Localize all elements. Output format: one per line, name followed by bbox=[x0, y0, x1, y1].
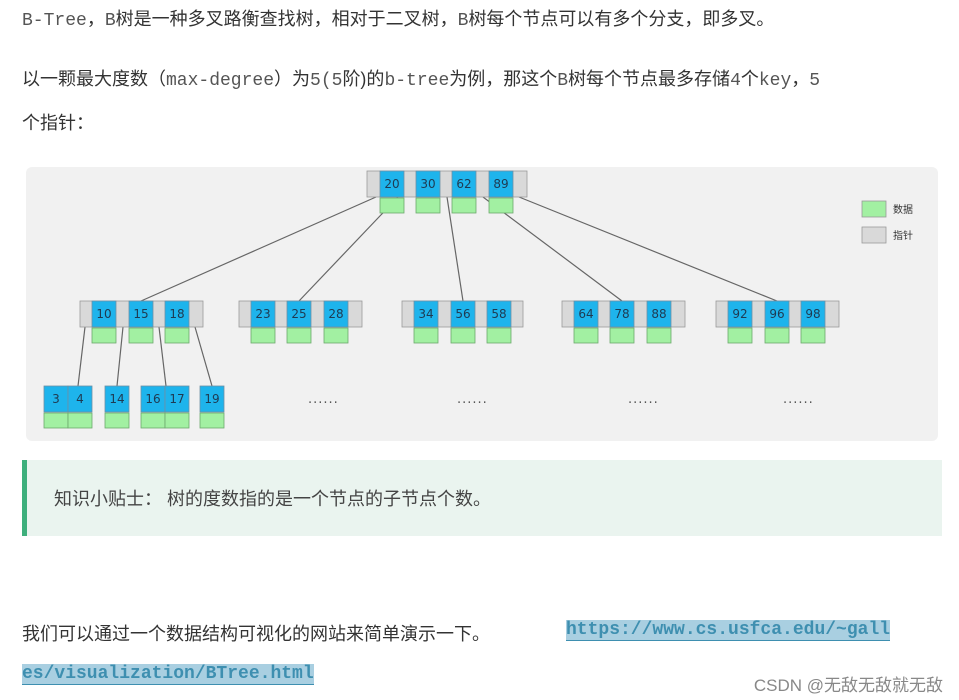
text-segment: 个 bbox=[740, 69, 759, 89]
key-label: 78 bbox=[614, 307, 629, 321]
key-label: 23 bbox=[255, 307, 270, 321]
tip-box: 知识小贴士： 树的度数指的是一个节点的子节点个数。 bbox=[22, 460, 942, 536]
data-cell bbox=[646, 327, 672, 344]
key-label: 98 bbox=[805, 307, 820, 321]
intro-paragraph-2-continued: 个指针： bbox=[22, 113, 94, 133]
b-tree-term: B-Tree bbox=[22, 11, 87, 31]
data-cell bbox=[104, 412, 130, 429]
tip-text: 知识小贴士： 树的度数指的是一个节点的子节点个数。 bbox=[54, 489, 491, 509]
data-cell bbox=[573, 327, 599, 344]
data-cell bbox=[450, 327, 476, 344]
max-degree-term: max-degree bbox=[166, 71, 275, 91]
data-cell bbox=[764, 327, 790, 344]
key-label: 56 bbox=[455, 307, 470, 321]
key-label: 30 bbox=[420, 177, 435, 191]
text-segment: 阶)的 bbox=[342, 69, 385, 89]
data-cell bbox=[164, 412, 190, 429]
intro-paragraph-2: 以一颗最大度数（max-degree）为5(5阶)的b-tree为例，那这个B树… bbox=[22, 68, 820, 92]
degree-number: 5(5 bbox=[310, 71, 343, 91]
data-cell bbox=[413, 327, 439, 344]
b-tree-svg: 20 30 62 8910 15 18 23 25 28 34 56 58 64 78 88 92 96 983 4… bbox=[43, 170, 913, 429]
data-cell bbox=[451, 197, 477, 214]
key-label: 17 bbox=[169, 392, 184, 406]
tree-edge bbox=[140, 196, 377, 302]
data-cell bbox=[323, 327, 349, 344]
ellipsis-label: ...... bbox=[628, 392, 659, 407]
data-cell bbox=[140, 412, 166, 429]
key-label: 3 bbox=[52, 392, 60, 406]
pointer-count: 5 bbox=[809, 71, 821, 91]
data-cell bbox=[43, 412, 69, 429]
key-label: 58 bbox=[491, 307, 506, 321]
data-cell bbox=[128, 327, 154, 344]
b-term: B bbox=[104, 11, 116, 31]
pointer-legend-label: 指针 bbox=[893, 229, 913, 242]
data-cell bbox=[67, 412, 93, 429]
tree-edge bbox=[518, 196, 778, 302]
data-cell bbox=[379, 197, 405, 214]
key-label: 89 bbox=[493, 177, 508, 191]
ellipsis-label: ...... bbox=[308, 392, 339, 407]
text-segment: 以一颗最大度数（ bbox=[22, 69, 166, 89]
b-tree-diagram: 20 30 62 89 10 15 18 23 25 28 34 56 58 64 78 88 92 96 98 3 4… bbox=[26, 167, 938, 441]
data-cell bbox=[486, 327, 512, 344]
data-cell bbox=[250, 327, 276, 344]
data-cell bbox=[488, 197, 514, 214]
pointer-legend-swatch bbox=[861, 226, 887, 244]
b-term: B bbox=[557, 71, 569, 91]
key-label: 16 bbox=[145, 392, 160, 406]
key-label: 18 bbox=[169, 307, 184, 321]
data-cell bbox=[800, 327, 826, 344]
text-segment: ， bbox=[791, 69, 810, 89]
text-segment: 为例，那这个 bbox=[449, 69, 558, 89]
key-label: 28 bbox=[328, 307, 343, 321]
data-legend-label: 数据 bbox=[893, 203, 913, 216]
key-label: 15 bbox=[133, 307, 148, 321]
data-cell bbox=[91, 327, 117, 344]
key-label: 25 bbox=[291, 307, 306, 321]
key-count: 4 bbox=[730, 71, 741, 91]
key-label: 19 bbox=[204, 392, 219, 406]
key-label: 10 bbox=[96, 307, 111, 321]
intro-paragraph-1: B-Tree，B树是一种多叉路衡查找树，相对于二叉树，B树每个节点可以有多个分支… bbox=[22, 8, 774, 32]
visualization-link-line2[interactable]: es/visualization/BTree.html bbox=[22, 664, 314, 685]
b-tree-term: b-tree bbox=[384, 71, 450, 91]
text-segment: ）为 bbox=[274, 69, 311, 89]
b-term: B bbox=[457, 11, 469, 31]
data-cell bbox=[199, 412, 225, 429]
tree-edge bbox=[116, 326, 124, 387]
ellipsis-label: ...... bbox=[457, 392, 488, 407]
data-cell bbox=[609, 327, 635, 344]
comma: ， bbox=[86, 9, 105, 29]
text-segment: 树每个节点最多存储 bbox=[568, 69, 731, 89]
outro-paragraph: 我们可以通过一个数据结构可视化的网站来简单演示一下。 bbox=[22, 624, 490, 644]
visualization-link-line1[interactable]: https://www.cs.usfca.edu/~gall bbox=[566, 620, 891, 641]
data-cell bbox=[415, 197, 441, 214]
key-label: 88 bbox=[651, 307, 666, 321]
text-segment: 树每个节点可以有多个分支，即多叉。 bbox=[468, 9, 775, 29]
key-label: 4 bbox=[76, 392, 84, 406]
ellipsis-label: ...... bbox=[783, 392, 814, 407]
key-label: 20 bbox=[384, 177, 399, 191]
data-cell bbox=[727, 327, 753, 344]
key-label: 34 bbox=[418, 307, 433, 321]
key-term: key bbox=[758, 71, 792, 91]
key-label: 62 bbox=[456, 177, 471, 191]
text-segment: 树是一种多叉路衡查找树，相对于二叉树， bbox=[115, 9, 458, 29]
tree-edge bbox=[77, 326, 86, 387]
key-label: 96 bbox=[769, 307, 784, 321]
key-label: 14 bbox=[109, 392, 124, 406]
data-cell bbox=[286, 327, 312, 344]
key-label: 64 bbox=[578, 307, 593, 321]
csdn-watermark: CSDN @无敌无敌就无敌 bbox=[753, 676, 943, 695]
tree-edge bbox=[194, 326, 213, 387]
key-label: 92 bbox=[732, 307, 747, 321]
data-legend-swatch bbox=[861, 200, 887, 218]
data-cell bbox=[164, 327, 190, 344]
